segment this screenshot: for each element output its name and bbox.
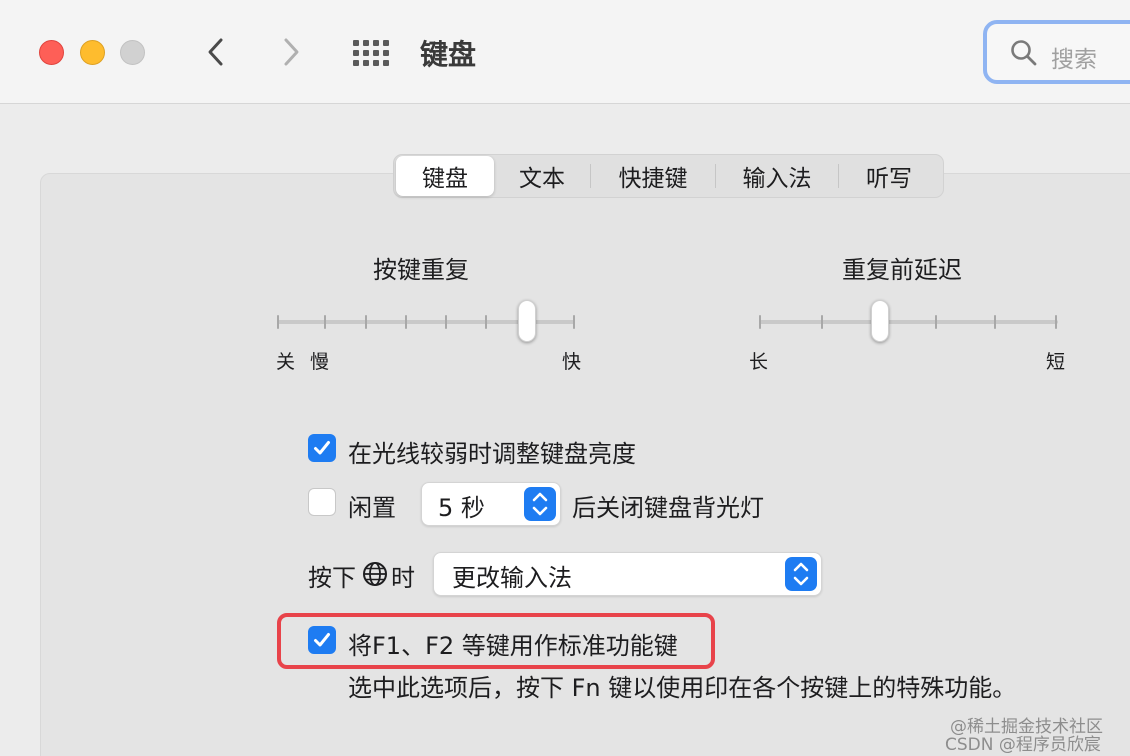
globe-key-action-popup[interactable]: 更改输入法 <box>433 552 822 596</box>
checkmark-icon <box>314 633 330 647</box>
popup-value: 更改输入法 <box>452 564 572 592</box>
tab-label: 文本 <box>519 166 565 192</box>
fn-keys-description: 选中此选项后，按下 Fn 键以使用印在各个按键上的特殊功能。 <box>348 674 1017 702</box>
slider-tick <box>573 315 575 329</box>
back-button[interactable] <box>201 34 231 70</box>
tab-input-sources[interactable]: 输入法 <box>716 156 838 196</box>
key-repeat-knob[interactable] <box>518 300 536 342</box>
window-title: 键盘 <box>420 38 477 71</box>
tab-label: 输入法 <box>742 166 812 192</box>
fn-keys-checkbox[interactable] <box>308 626 336 654</box>
fn-keys-label: 将F1、F2 等键用作标准功能键 <box>348 632 678 660</box>
slider-tick <box>759 315 761 329</box>
delay-until-repeat-track[interactable] <box>759 320 1058 324</box>
tab-label: 键盘 <box>422 166 468 192</box>
delay-until-repeat-knob[interactable] <box>871 300 889 342</box>
backlight-off-prefix: 闲置 <box>348 494 396 522</box>
globe-icon <box>363 562 387 586</box>
delay-long-label: 长 <box>749 351 769 373</box>
globe-key-prefix: 按下 <box>308 564 356 592</box>
forward-button[interactable] <box>276 34 306 70</box>
slider-tick <box>1055 315 1057 329</box>
tab-bar: 键盘 文本 快捷键 输入法 听写 <box>393 154 944 198</box>
search-placeholder: 搜索 <box>1051 47 1097 73</box>
show-all-grid-icon[interactable] <box>353 40 391 66</box>
backlight-off-suffix: 后关闭键盘背光灯 <box>572 494 764 522</box>
chevron-left-icon <box>208 38 223 66</box>
slider-tick <box>365 315 367 329</box>
adjust-brightness-checkbox[interactable] <box>308 434 336 462</box>
slider-tick <box>277 315 279 329</box>
up-down-chevron-icon <box>532 492 548 516</box>
search-field[interactable]: 搜索 <box>983 20 1130 84</box>
checkmark-icon <box>314 441 330 455</box>
key-repeat-off-label: 关 <box>276 351 296 373</box>
chevron-right-icon <box>284 38 299 66</box>
key-repeat-title: 按键重复 <box>373 256 469 284</box>
key-repeat-fast-label: 快 <box>562 351 582 373</box>
backlight-timeout-popup[interactable]: 5 秒 <box>421 482 561 526</box>
tab-text[interactable]: 文本 <box>494 156 590 196</box>
popup-arrows <box>785 557 817 591</box>
zoom-window-button[interactable] <box>120 40 145 65</box>
backlight-off-checkbox[interactable] <box>308 488 336 516</box>
tab-dictation[interactable]: 听写 <box>839 156 939 196</box>
slider-tick <box>935 315 937 329</box>
up-down-chevron-icon <box>793 562 809 586</box>
adjust-brightness-label: 在光线较弱时调整键盘亮度 <box>348 440 636 468</box>
popup-arrows <box>524 487 556 521</box>
title-bar: 键盘 搜索 <box>0 0 1130 104</box>
slider-tick <box>324 315 326 329</box>
search-icon <box>1011 40 1037 66</box>
tab-label: 快捷键 <box>618 166 688 192</box>
slider-tick <box>994 315 996 329</box>
tab-keyboard[interactable]: 键盘 <box>396 156 494 196</box>
popup-value: 5 秒 <box>438 494 485 522</box>
slider-tick <box>405 315 407 329</box>
tab-label: 听写 <box>866 166 912 192</box>
close-window-button[interactable] <box>39 40 64 65</box>
globe-key-suffix: 时 <box>391 564 415 592</box>
delay-until-repeat-title: 重复前延迟 <box>842 256 962 284</box>
slider-tick <box>485 315 487 329</box>
slider-tick <box>445 315 447 329</box>
tab-shortcuts[interactable]: 快捷键 <box>591 156 715 196</box>
minimize-window-button[interactable] <box>80 40 105 65</box>
key-repeat-slow-label: 慢 <box>310 351 330 373</box>
slider-tick <box>821 315 823 329</box>
delay-short-label: 短 <box>1046 351 1066 373</box>
watermark-line-2: CSDN @程序员欣宸 <box>945 735 1101 755</box>
